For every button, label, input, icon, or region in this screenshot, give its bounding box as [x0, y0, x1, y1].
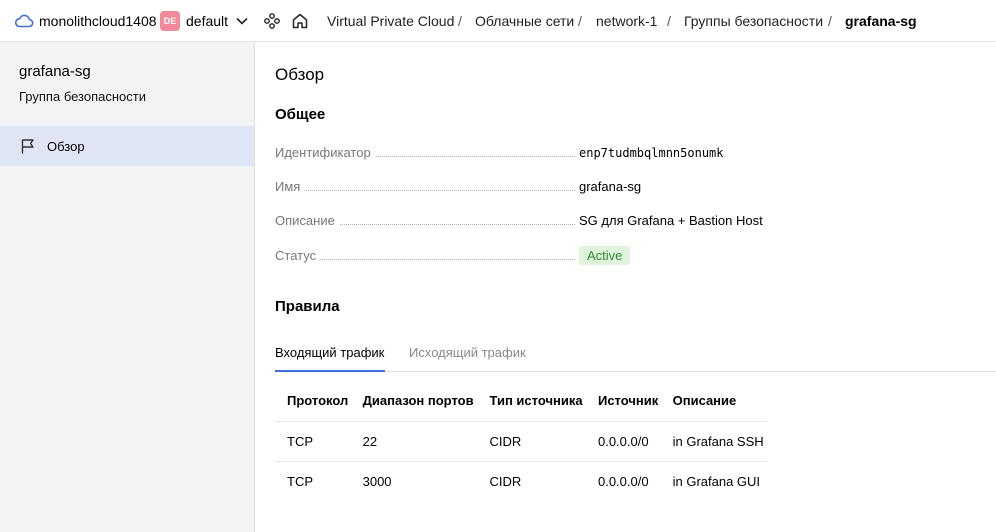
cell-protocol: TCP	[275, 421, 351, 462]
section-title-rules: Правила	[275, 298, 340, 315]
breadcrumb-security-groups[interactable]: Группы безопасности	[684, 13, 823, 29]
cloud-icon[interactable]	[14, 12, 34, 30]
sidebar-item-overview[interactable]: Обзор	[0, 126, 254, 166]
breadcrumb-network[interactable]: network-1	[596, 13, 657, 29]
property-row-name: Имя grafana-sg	[275, 177, 835, 197]
cell-source-type: CIDR	[477, 421, 586, 462]
cell-description: in Grafana SSH	[660, 421, 767, 462]
active-tab-indicator	[275, 370, 385, 372]
property-row-description: Описание SG для Grafana + Bastion Host	[275, 211, 835, 231]
breadcrumb-separator: /	[458, 13, 462, 29]
cell-description: in Grafana GUI	[672, 473, 761, 489]
breadcrumb-separator: /	[578, 13, 582, 29]
property-value-name: grafana-sg	[579, 179, 642, 194]
folder-selector[interactable]: default	[186, 13, 228, 29]
cell-ports: 3000	[362, 473, 392, 489]
column-header-protocol: Протокол	[275, 381, 351, 422]
sidebar-subtitle: Группа безопасности	[19, 89, 146, 104]
section-title-general: Общее	[275, 106, 326, 123]
dotted-leader	[275, 190, 575, 191]
cell-source-type: CIDR	[489, 473, 522, 489]
breadcrumb-separator: /	[828, 13, 832, 29]
breadcrumb-cloud-networks[interactable]: Облачные сети	[475, 13, 574, 29]
column-header-ports: Диапазон портов	[350, 381, 478, 422]
page-title: Обзор	[275, 65, 325, 84]
cell-ports: 22	[350, 421, 478, 462]
column-header-description: Описание	[660, 381, 767, 422]
flag-icon	[21, 139, 34, 154]
property-label: Имя	[275, 179, 305, 194]
sidebar-title: grafana-sg	[19, 63, 91, 80]
sidebar: grafana-sg Группа безопасности Обзор	[0, 42, 255, 532]
property-label: Статус	[275, 248, 321, 263]
tab-ingress[interactable]: Входящий трафик	[275, 345, 384, 360]
property-value-description: SG для Grafana + Bastion Host	[579, 213, 763, 228]
main-content: Обзор Общее Идентификатор enp7tudmbqlmnn…	[255, 42, 996, 532]
column-header-source-type: Тип источника	[477, 381, 586, 422]
breadcrumb-separator: /	[667, 13, 671, 29]
status-badge: Active	[579, 246, 631, 265]
tab-egress[interactable]: Исходящий трафик	[409, 345, 526, 360]
traffic-tabs: Входящий трафик Исходящий трафик	[275, 335, 996, 372]
table-header-row: Протокол Диапазон портов Тип источника И…	[275, 381, 767, 422]
property-label: Описание	[275, 213, 339, 228]
region-badge: DE	[160, 11, 180, 31]
property-value-id[interactable]: enp7tudmbqlmnn5onumk	[579, 146, 724, 160]
property-label: Идентификатор	[275, 145, 375, 160]
services-icon[interactable]	[263, 12, 281, 30]
property-row-id: Идентификатор enp7tudmbqlmnn5onumk	[275, 143, 835, 163]
table-row[interactable]: TCP 3000 CIDR 0.0.0.0/0 in Grafana GUI	[275, 461, 767, 501]
breadcrumb-vpc[interactable]: Virtual Private Cloud	[327, 13, 454, 29]
home-icon[interactable]	[291, 12, 309, 30]
table-row[interactable]: TCP 22 CIDR 0.0.0.0/0 in Grafana SSH	[275, 421, 767, 462]
sidebar-item-label: Обзор	[47, 139, 85, 154]
cloud-selector[interactable]: monolithcloud1408	[39, 13, 157, 29]
property-row-status: Статус Active	[275, 246, 835, 266]
top-bar: monolithcloud1408 DE default Virtual Pri…	[0, 0, 996, 42]
column-header-source: Источник	[585, 381, 661, 422]
chevron-down-icon[interactable]	[235, 14, 249, 28]
cell-source: 0.0.0.0/0	[597, 473, 649, 489]
rules-table: Протокол Диапазон портов Тип источника И…	[275, 381, 767, 501]
cell-protocol: TCP	[287, 473, 313, 489]
breadcrumb-current: grafana-sg	[845, 13, 917, 29]
cell-source: 0.0.0.0/0	[585, 421, 661, 462]
